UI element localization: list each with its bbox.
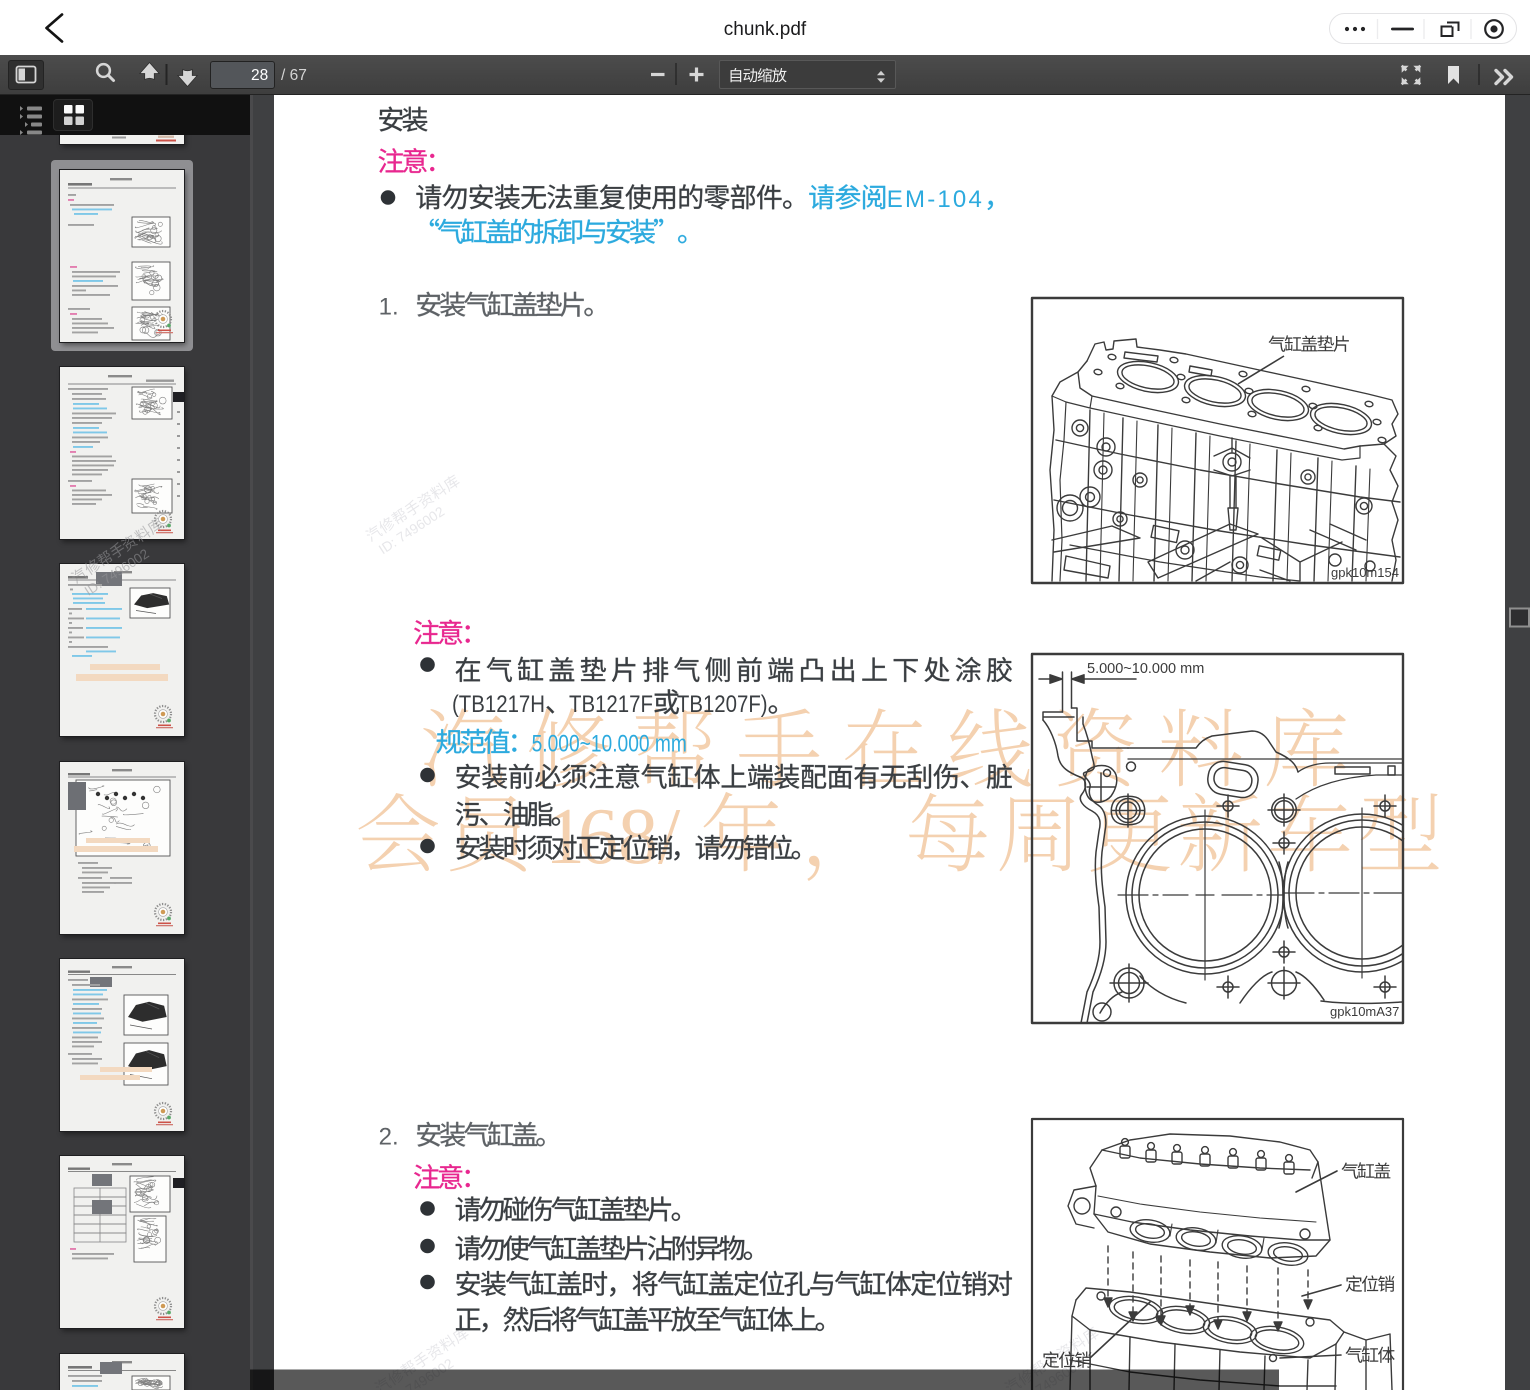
svg-text:1: 1 [937,186,950,213]
svg-text:TB1217F: TB1217F [569,691,653,718]
svg-text:chunk.pdf: chunk.pdf [724,19,807,40]
svg-text:E: E [887,186,903,213]
svg-text:(TB1217H: (TB1217H [452,691,545,718]
svg-text:1.: 1. [379,294,399,321]
svg-text:0: 0 [953,186,966,213]
svg-text:TB1207F): TB1207F) [677,691,768,718]
svg-text:5.000~10.000 mm: 5.000~10.000 mm [1087,661,1204,677]
svg-text:gpk10mA37: gpk10mA37 [1330,1004,1399,1019]
svg-text:-: - [927,186,935,213]
svg-text:5.000~10.000 mm: 5.000~10.000 mm [532,731,687,758]
svg-text:4: 4 [969,186,982,213]
svg-text:28: 28 [251,67,268,84]
svg-text:/: / [658,793,681,881]
svg-text:M: M [905,186,925,213]
svg-text:2.: 2. [379,1124,399,1151]
svg-text:gpk10m154: gpk10m154 [1331,565,1399,580]
svg-text:/ 67: / 67 [281,67,307,84]
